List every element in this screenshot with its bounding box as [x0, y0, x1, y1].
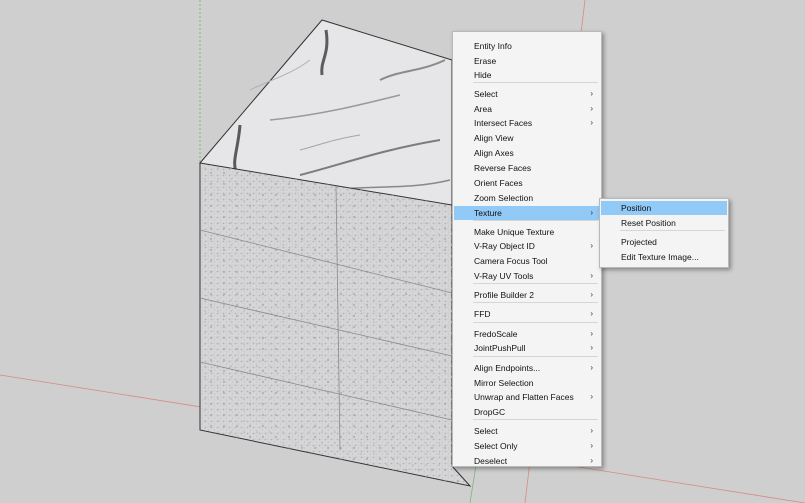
menu-item-mirror-selection[interactable]: Mirror Selection [454, 376, 600, 390]
menu-item-label: Align Axes [474, 148, 514, 158]
menu-item-label: Deselect [474, 456, 508, 466]
menu-separator [473, 302, 598, 303]
chevron-right-icon: › [590, 208, 593, 217]
menu-item-select-only[interactable]: Select Only › [454, 439, 600, 453]
submenu-item-reset-position[interactable]: Reset Position [601, 216, 727, 230]
menu-item-jointpushpull[interactable]: JointPushPull › [454, 341, 600, 355]
texture-submenu: Position Reset Position Projected Edit Text… [599, 198, 729, 268]
menu-item-label: Mirror Selection [474, 378, 534, 388]
menu-item-orient-faces[interactable]: Orient Faces [454, 176, 600, 190]
chevron-right-icon: › [590, 89, 593, 98]
menu-item-dropgc[interactable]: DropGC [454, 405, 600, 419]
menu-separator [473, 322, 598, 323]
menu-item-entity-info[interactable]: Entity Info [454, 39, 600, 53]
menu-item-label: Make Unique Texture [474, 227, 555, 237]
menu-item-label: FredoScale [474, 329, 518, 339]
menu-item-v-ray-uv-tools[interactable]: V-Ray UV Tools › [454, 269, 600, 283]
chevron-right-icon: › [590, 104, 593, 113]
chevron-right-icon: › [590, 426, 593, 435]
menu-item-label: Zoom Selection [474, 193, 534, 203]
menu-item-v-ray-object-id[interactable]: V-Ray Object ID › [454, 239, 600, 253]
menu-item-align-axes[interactable]: Align Axes [454, 146, 600, 160]
menu-item-label: V-Ray Object ID [474, 241, 535, 251]
menu-item-label: Camera Focus Tool [474, 256, 548, 266]
chevron-right-icon: › [590, 392, 593, 401]
menu-item-align-endpoints[interactable]: Align Endpoints... › [454, 361, 600, 375]
chevron-right-icon: › [590, 241, 593, 250]
menu-separator [473, 82, 598, 83]
menu-item-deselect[interactable]: Deselect › [454, 454, 600, 468]
menu-item-hide[interactable]: Hide [454, 68, 600, 82]
menu-item-label: Area [474, 104, 492, 114]
menu-item-unwrap-and-flatten-faces[interactable]: Unwrap and Flatten Faces › [454, 390, 600, 404]
menu-item-select[interactable]: Select › [454, 424, 600, 438]
chevron-right-icon: › [590, 456, 593, 465]
submenu-item-edit-texture-image[interactable]: Edit Texture Image... [601, 250, 727, 264]
chevron-right-icon: › [590, 309, 593, 318]
chevron-right-icon: › [590, 441, 593, 450]
menu-item-zoom-selection[interactable]: Zoom Selection [454, 191, 600, 205]
submenu-item-projected[interactable]: Projected [601, 235, 727, 249]
menu-item-texture[interactable]: Texture › [454, 206, 600, 220]
menu-item-make-unique-texture[interactable]: Make Unique Texture [454, 225, 600, 239]
menu-item-label: Entity Info [474, 41, 512, 51]
menu-item-ffd[interactable]: FFD › [454, 307, 600, 321]
menu-item-label: Reverse Faces [474, 163, 532, 173]
menu-item-label: Select [474, 89, 498, 99]
menu-separator [473, 356, 598, 357]
menu-item-label: Position [621, 203, 652, 213]
menu-separator [473, 283, 598, 284]
granite-front-face[interactable] [199, 162, 472, 487]
menu-item-select[interactable]: Select › [454, 87, 600, 101]
menu-item-label: Align View [474, 133, 514, 143]
menu-item-camera-focus-tool[interactable]: Camera Focus Tool [454, 254, 600, 268]
menu-item-label: Intersect Faces [474, 118, 533, 128]
menu-item-intersect-faces[interactable]: Intersect Faces › [454, 116, 600, 130]
menu-item-label: Align Endpoints... [474, 363, 541, 373]
menu-item-label: Hide [474, 70, 492, 80]
menu-item-label: Projected [621, 237, 657, 247]
menu-item-profile-builder-2[interactable]: Profile Builder 2 › [454, 288, 600, 302]
menu-item-label: Select Only [474, 441, 518, 451]
menu-separator [620, 230, 725, 231]
menu-item-label: Texture [474, 208, 502, 218]
menu-separator [473, 419, 598, 420]
menu-item-label: Profile Builder 2 [474, 290, 535, 300]
menu-item-label: V-Ray UV Tools [474, 271, 534, 281]
chevron-right-icon: › [590, 290, 593, 299]
chevron-right-icon: › [590, 363, 593, 372]
menu-item-reverse-faces[interactable]: Reverse Faces [454, 161, 600, 175]
menu-item-label: Select [474, 426, 498, 436]
menu-item-label: FFD [474, 309, 491, 319]
menu-item-label: JointPushPull [474, 343, 526, 353]
chevron-right-icon: › [590, 329, 593, 338]
menu-item-align-view[interactable]: Align View [454, 131, 600, 145]
menu-item-label: Orient Faces [474, 178, 523, 188]
chevron-right-icon: › [590, 118, 593, 127]
menu-separator [473, 220, 598, 221]
chevron-right-icon: › [590, 343, 593, 352]
menu-item-label: Unwrap and Flatten Faces [474, 392, 574, 402]
menu-item-label: Reset Position [621, 218, 676, 228]
menu-item-area[interactable]: Area › [454, 102, 600, 116]
menu-item-erase[interactable]: Erase [454, 54, 600, 68]
menu-item-label: DropGC [474, 407, 506, 417]
chevron-right-icon: › [590, 271, 593, 280]
submenu-item-position[interactable]: Position [601, 201, 727, 215]
menu-item-label: Edit Texture Image... [621, 252, 699, 262]
context-menu: Entity Info Erase Hide Select › Area › Intersec… [452, 31, 602, 467]
menu-item-fredoscale[interactable]: FredoScale › [454, 327, 600, 341]
menu-item-label: Erase [474, 56, 497, 66]
